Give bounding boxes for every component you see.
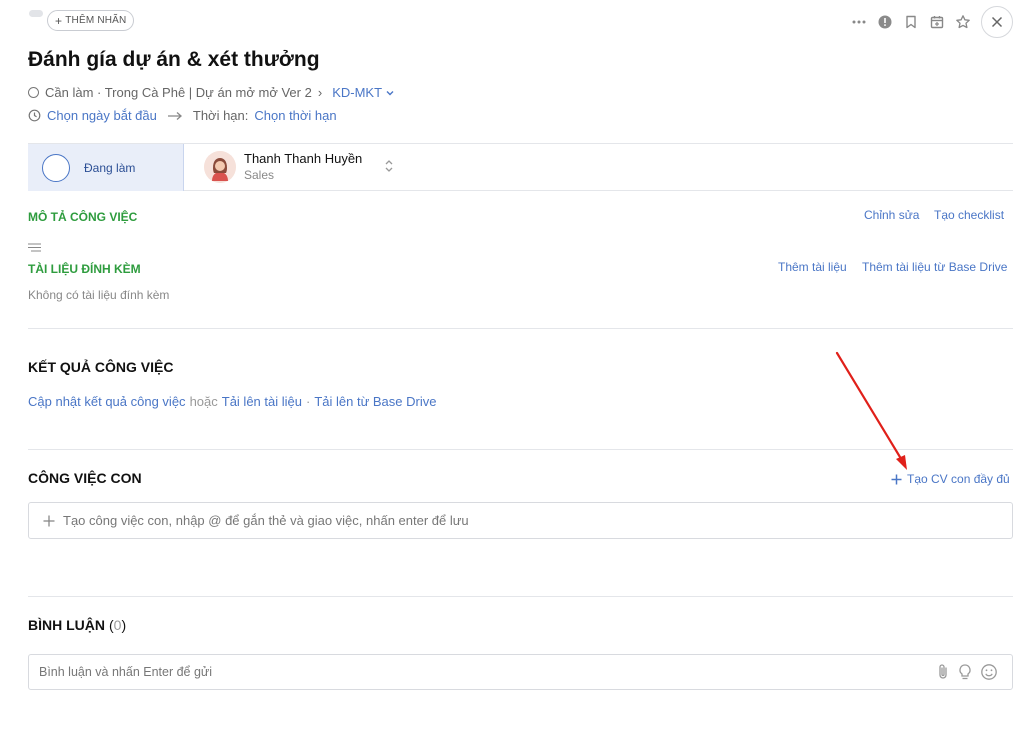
star-icon[interactable] [953, 12, 973, 32]
add-tag-label: THÊM NHÃN [65, 15, 127, 26]
comment-input-box[interactable] [28, 654, 1013, 690]
no-attachments-text: Không có tài liệu đính kèm [28, 288, 170, 302]
add-attachment-link[interactable]: Thêm tài liệu [778, 260, 847, 274]
start-date-link[interactable]: Chọn ngày bắt đầu [47, 108, 157, 123]
chevron-down-icon [386, 90, 394, 95]
attachments-title: TÀI LIỆU ĐÍNH KÈM [28, 262, 141, 276]
top-toolbar [849, 6, 1013, 38]
subtask-input[interactable] [63, 513, 1012, 528]
alert-icon[interactable] [875, 12, 895, 32]
text-lines-icon [28, 240, 41, 255]
comments-count: 0 [113, 617, 122, 633]
lightbulb-icon[interactable] [957, 663, 973, 681]
results-title: KẾT QUẢ CÔNG VIỆC [28, 359, 174, 375]
more-icon[interactable] [849, 12, 869, 32]
status-label: Đang làm [84, 160, 136, 175]
dept-label: KD-MKT [332, 85, 383, 100]
divider [28, 449, 1013, 450]
upload-document-link[interactable]: Tải lên tài liệu [222, 394, 302, 409]
clock-icon [28, 109, 41, 122]
subtask-input-box[interactable] [28, 502, 1013, 539]
plus-icon [891, 474, 902, 484]
arrow-right-icon [167, 111, 182, 120]
create-full-subtask-label: Tạo CV con đầy đủ [907, 472, 1010, 486]
edit-description-link[interactable]: Chỉnh sửa [864, 208, 919, 222]
avatar [204, 151, 236, 183]
status-circle-icon [28, 87, 39, 98]
deadline-label: Thời hạn: [192, 108, 249, 123]
divider [28, 328, 1013, 329]
subtasks-title: CÔNG VIỆC CON [28, 470, 142, 486]
deadline-link[interactable]: Chọn thời hạn [254, 108, 336, 123]
emoji-icon[interactable] [980, 663, 998, 681]
status-circle[interactable] [42, 153, 70, 182]
results-actions: Cập nhật kết quả công việc hoặc Tải lên … [28, 394, 436, 409]
comments-title-label: BÌNH LUẬN [28, 617, 105, 633]
sort-icon[interactable] [384, 158, 394, 177]
comments-count-close: ) [121, 617, 127, 633]
create-full-subtask-button[interactable]: Tạo CV con đầy đủ [891, 472, 1010, 486]
date-row: Chọn ngày bắt đầu Thời hạn: Chọn thời hạ… [28, 108, 337, 123]
assignee-name: Thanh Thanh Huyền [244, 151, 363, 166]
paperclip-icon[interactable] [936, 663, 950, 681]
task-meta-text[interactable]: Cần làm · Trong Cà Phê | Dự án mở mở Ver… [45, 85, 312, 100]
dept-selector[interactable]: KD-MKT [332, 85, 395, 100]
task-breadcrumb: Cần làm · Trong Cà Phê | Dự án mở mở Ver… [28, 85, 395, 100]
description-title: MÔ TẢ CÔNG VIỆC [28, 210, 138, 224]
plus-icon [43, 515, 55, 526]
calendar-icon[interactable] [927, 12, 947, 32]
comment-input[interactable] [39, 665, 936, 679]
add-drive-attachment-link[interactable]: Thêm tài liệu từ Base Drive [862, 260, 1007, 274]
task-title[interactable]: Đánh gía dự án & xét thưởng [28, 48, 320, 72]
assignee-role: Sales [244, 168, 275, 182]
comments-title: BÌNH LUẬN ( 0 ) [28, 617, 126, 633]
upload-drive-link[interactable]: Tải lên từ Base Drive [314, 394, 436, 409]
breadcrumb-separator: › [317, 85, 323, 100]
status-row: Đang làm Thanh Thanh Huyền Sales [28, 143, 1013, 191]
assignee[interactable]: Thanh Thanh Huyền Sales [204, 151, 394, 183]
update-results-link[interactable]: Cập nhật kết quả công việc [28, 394, 186, 409]
plus-icon: + [55, 13, 63, 28]
close-button[interactable] [981, 6, 1013, 38]
divider [28, 596, 1013, 597]
add-tag-button[interactable]: + THÊM NHÃN [47, 10, 135, 31]
dot-separator: · [305, 394, 311, 409]
status-toggle[interactable]: Đang làm [28, 144, 184, 191]
bookmark-icon[interactable] [901, 12, 921, 32]
create-checklist-link[interactable]: Tạo checklist [934, 208, 1004, 222]
tag-color-pill[interactable] [29, 10, 43, 17]
close-icon [991, 16, 1003, 28]
or-text: hoặc [189, 394, 218, 409]
